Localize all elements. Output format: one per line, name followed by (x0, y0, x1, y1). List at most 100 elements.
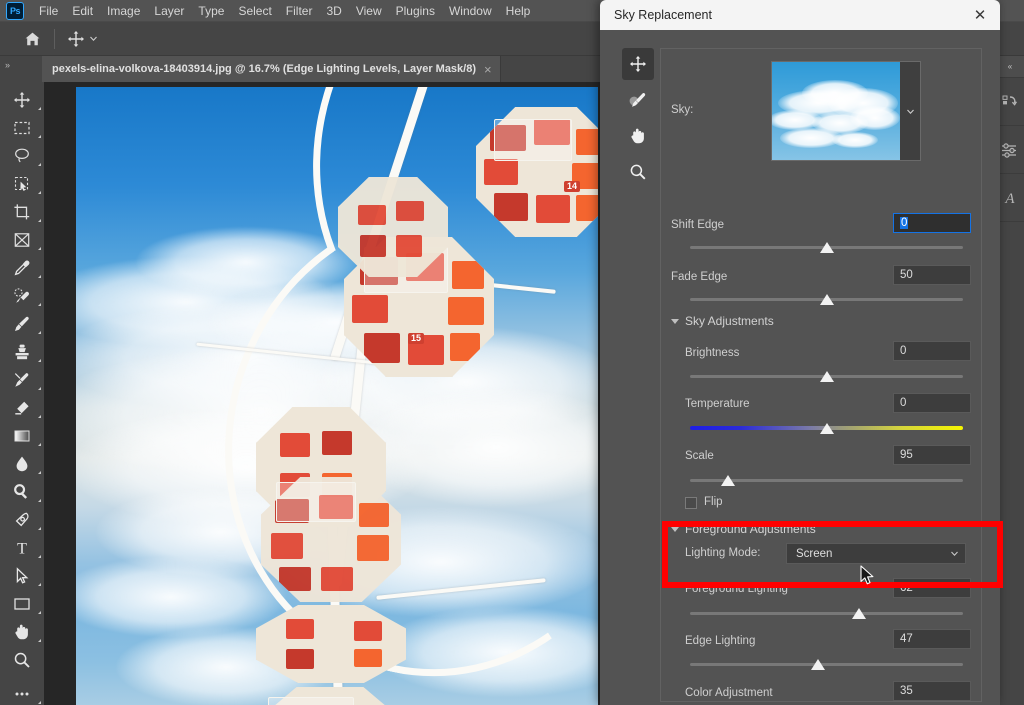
tool-gradient[interactable] (0, 422, 44, 450)
tool-group-indicator (38, 163, 41, 166)
tool-move[interactable] (0, 86, 44, 114)
tool-group-indicator (38, 499, 41, 502)
flip-label: Flip (704, 496, 723, 508)
tool-group-indicator (38, 555, 41, 558)
history-brush-icon (14, 373, 29, 387)
slider-thumb[interactable] (819, 242, 834, 253)
foreground-lighting-input[interactable]: 62 (893, 578, 971, 598)
gondola-number: 15 (408, 333, 425, 344)
tool-frame[interactable] (0, 226, 44, 254)
panel-expand-icon[interactable]: » (5, 60, 10, 70)
sky-preset-picker[interactable] (771, 61, 921, 161)
menu-plugins[interactable]: Plugins (389, 1, 442, 21)
tool-eyedropper[interactable] (0, 254, 44, 282)
tool-brush[interactable] (0, 310, 44, 338)
fade-edge-slider[interactable] (690, 293, 963, 307)
menu-3d[interactable]: 3D (319, 1, 348, 21)
tool-group-indicator (38, 303, 41, 306)
tool-rectangular-marquee[interactable] (0, 114, 44, 142)
brightness-input[interactable]: 0 (893, 341, 971, 361)
svg-text:A: A (1004, 191, 1015, 207)
dialog-tool-brush[interactable] (622, 84, 654, 116)
gondola-number: 14 (564, 181, 581, 192)
document-canvas[interactable]: 14 15 (76, 87, 598, 705)
temperature-slider[interactable] (690, 422, 963, 436)
slider-thumb[interactable] (811, 659, 826, 670)
fade-edge-input[interactable]: 50 (893, 265, 971, 285)
tool-dodge[interactable] (0, 478, 44, 506)
options-divider (54, 28, 55, 49)
document-tab-close-icon[interactable]: × (484, 63, 492, 76)
tool-spot-healing-brush[interactable] (0, 282, 44, 310)
chevron-down-icon (90, 36, 97, 42)
brightness-slider[interactable] (690, 370, 963, 384)
shift-edge-slider[interactable] (690, 241, 963, 255)
menu-select[interactable]: Select (231, 1, 278, 21)
dialog-tool-zoom[interactable] (622, 156, 654, 188)
dialog-tool-move[interactable] (622, 48, 654, 80)
slider-thumb[interactable] (819, 294, 834, 305)
dialog-body: Sky: Shift Edge 0 Fade Edge 50 Sky Adjus… (600, 30, 1000, 705)
chevron-down-icon[interactable] (671, 318, 679, 324)
scale-input[interactable]: 95 (893, 445, 971, 465)
menu-image[interactable]: Image (100, 1, 147, 21)
gondola-cage (494, 119, 572, 161)
current-tool-button[interactable] (63, 30, 102, 48)
scale-slider[interactable] (690, 474, 963, 488)
menu-edit[interactable]: Edit (65, 1, 100, 21)
menu-help[interactable]: Help (499, 1, 538, 21)
menu-type[interactable]: Type (191, 1, 231, 21)
menu-layer[interactable]: Layer (147, 1, 191, 21)
foreground-lighting-slider[interactable] (690, 607, 963, 621)
shift-edge-input[interactable]: 0 (893, 213, 971, 233)
tool-clone-stamp[interactable] (0, 338, 44, 366)
foreground-lighting-value: 62 (900, 582, 913, 594)
menu-filter[interactable]: Filter (279, 1, 320, 21)
brightness-value: 0 (900, 345, 907, 357)
sliders-icon (1002, 142, 1016, 158)
tool-lasso[interactable] (0, 142, 44, 170)
menu-view[interactable]: View (349, 1, 389, 21)
tool-horizontal-type[interactable]: T (0, 534, 44, 562)
sky-adjustments-header[interactable]: Sky Adjustments (671, 314, 774, 328)
tool-blur[interactable] (0, 450, 44, 478)
edge-lighting-slider[interactable] (690, 658, 963, 672)
tool-group-indicator (38, 331, 41, 334)
menu-window[interactable]: Window (442, 1, 499, 21)
tool-eraser[interactable] (0, 394, 44, 422)
tool-zoom[interactable] (0, 646, 44, 674)
lighting-mode-select[interactable]: Screen (786, 543, 966, 564)
dialog-tool-hand[interactable] (622, 120, 654, 152)
tool-pen[interactable] (0, 506, 44, 534)
dodge-icon (14, 484, 28, 499)
hand-icon (15, 624, 28, 640)
tool-crop[interactable] (0, 198, 44, 226)
chevron-down-icon[interactable] (671, 526, 679, 532)
lasso-icon (15, 148, 29, 163)
slider-thumb[interactable] (819, 423, 834, 434)
tool-history-brush[interactable] (0, 366, 44, 394)
sky-preset-chevron[interactable] (900, 62, 920, 160)
color-adjustment-input[interactable]: 35 (893, 681, 971, 701)
tool-edit-toolbar[interactable] (0, 680, 44, 705)
flip-checkbox[interactable] (685, 497, 697, 509)
tool-object-selection[interactable] (0, 170, 44, 198)
tool-group-indicator (38, 135, 41, 138)
sky-replacement-dialog[interactable]: Sky Replacement ✕ Sky: Shift Edge 0 Fade… (600, 0, 1000, 705)
document-tab[interactable]: pexels-elina-volkova-18403914.jpg @ 16.7… (42, 56, 501, 82)
foreground-adjustments-header[interactable]: Foreground Adjustments (671, 522, 816, 536)
home-button[interactable] (18, 26, 46, 52)
tool-path-selection[interactable] (0, 562, 44, 590)
close-icon[interactable]: ✕ (970, 5, 990, 25)
edge-lighting-input[interactable]: 47 (893, 629, 971, 649)
tool-rectangle[interactable] (0, 590, 44, 618)
slider-thumb[interactable] (721, 475, 736, 486)
menu-file[interactable]: File (32, 1, 65, 21)
temperature-input[interactable]: 0 (893, 393, 971, 413)
slider-thumb[interactable] (819, 371, 834, 382)
chevron-down-icon (906, 109, 914, 114)
tool-hand[interactable] (0, 618, 44, 646)
dialog-title-bar[interactable]: Sky Replacement ✕ (600, 0, 1000, 30)
hand-icon (631, 128, 644, 144)
slider-thumb[interactable] (852, 608, 867, 619)
